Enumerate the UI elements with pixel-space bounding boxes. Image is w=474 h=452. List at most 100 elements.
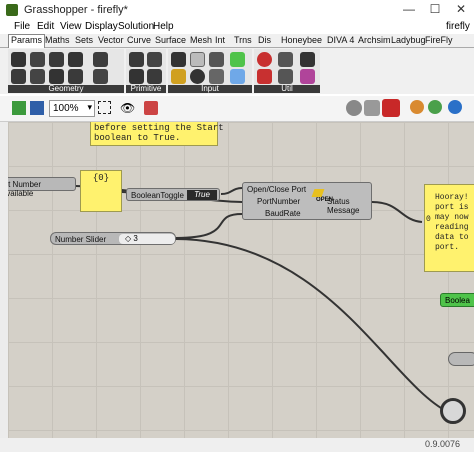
tab-int[interactable]: Int (213, 35, 227, 48)
menu-display[interactable]: Display (85, 21, 118, 32)
hooray-index: 0 (426, 215, 431, 224)
menu-edit[interactable]: Edit (37, 21, 54, 32)
param-vector-icon[interactable] (30, 52, 45, 67)
port-number-input[interactable]: PortNumber (257, 197, 300, 206)
util-wrench-icon[interactable] (300, 52, 315, 67)
open-close-port-input[interactable]: Open/Close Port (247, 185, 306, 194)
grasshopper-canvas[interactable]: before setting the Start boolean to True… (8, 122, 474, 438)
status-bar: 0.9.0076 (0, 438, 474, 452)
output-panel[interactable]: {0} (80, 170, 122, 212)
baud-rate-input[interactable]: BaudRate (265, 209, 301, 218)
status-message-output[interactable]: Status Message (327, 197, 371, 215)
primitive-group (126, 49, 166, 85)
param-curve-icon[interactable] (30, 69, 45, 84)
param-box-icon[interactable] (93, 52, 108, 67)
util-arrow-icon[interactable] (278, 52, 293, 67)
param-mesh-icon[interactable] (68, 69, 83, 84)
tab-params[interactable]: Params (8, 34, 46, 48)
zoom-value: 100% (53, 103, 79, 114)
param-text-icon[interactable] (129, 69, 144, 84)
param-number-icon[interactable] (147, 69, 162, 84)
param-integer-icon[interactable] (147, 52, 162, 67)
util-relay-icon[interactable] (278, 69, 293, 84)
preview-eye-icon[interactable]: 👁 (120, 101, 135, 115)
param-boolean-icon[interactable] (129, 52, 144, 67)
tab-archsim[interactable]: Archsim (356, 35, 393, 48)
geometry-group (8, 49, 124, 85)
menu-view[interactable]: View (60, 21, 82, 32)
minimize-button[interactable]: — (396, 2, 422, 18)
input-list-icon[interactable] (209, 52, 224, 67)
tab-dis[interactable]: Dis (256, 35, 273, 48)
instruction-note-panel[interactable]: before setting the Start boolean to True… (90, 122, 224, 146)
boolean-toggle-component[interactable]: BooleanToggle True (126, 188, 220, 201)
component-tabs: Params Maths Sets Vector Curve Surface M… (0, 34, 474, 48)
input-panel-icon[interactable] (209, 69, 224, 84)
preview-wireframe-icon[interactable] (364, 100, 380, 116)
param-surface-icon[interactable] (49, 69, 64, 84)
tab-sets[interactable]: Sets (73, 35, 95, 48)
input-slider-icon[interactable] (190, 52, 205, 67)
util-flask-icon[interactable] (300, 69, 315, 84)
tab-ladybug[interactable]: Ladybug (389, 35, 428, 48)
hooray-panel[interactable]: 0 Hooray! port is may now reading data t… (424, 184, 474, 272)
input-button-icon[interactable] (190, 69, 205, 84)
tab-honeybee[interactable]: Honeybee (279, 35, 324, 48)
menu-solution[interactable]: Solution (118, 21, 154, 32)
menu-help[interactable]: Help (153, 21, 174, 32)
output-circle-component[interactable] (440, 398, 466, 424)
number-slider-component[interactable]: Number Slider ◇ 3 (50, 232, 176, 245)
maximize-button[interactable]: ☐ (422, 2, 448, 18)
primitive-group-label[interactable]: Primitive (126, 85, 166, 93)
canvas-left-edge (0, 122, 8, 452)
param-circle-icon[interactable] (49, 52, 64, 67)
tab-surface[interactable]: Surface (153, 35, 188, 48)
util-cherry-icon[interactable] (257, 52, 272, 67)
input-swatch-icon[interactable] (230, 69, 245, 84)
save-file-icon[interactable] (30, 101, 44, 115)
menu-firefly[interactable]: firefly (446, 21, 470, 32)
hooray-text: Hooray! port is may now reading data to … (435, 193, 469, 252)
param-point-icon[interactable] (11, 52, 26, 67)
tab-diva4[interactable]: DIVA 4 (325, 35, 356, 48)
sketch-pen-icon[interactable] (144, 101, 158, 115)
output-panel-value: {0} (92, 173, 110, 183)
tab-curve[interactable]: Curve (125, 35, 153, 48)
input-group (168, 49, 252, 85)
preview-shaded-icon[interactable] (346, 100, 362, 116)
boolean-panel-partial[interactable]: Boolea (440, 293, 474, 307)
chevron-down-icon: ▾ (87, 102, 92, 112)
menu-file[interactable]: File (14, 21, 30, 32)
util-group-label[interactable]: Util (254, 85, 320, 93)
globe-icon[interactable] (448, 100, 462, 114)
input-boolean-toggle-icon[interactable] (230, 52, 245, 67)
firefly-open-icon (311, 189, 325, 197)
serial-open-close-component[interactable]: Open/Close Port PortNumber BaudRate OPEN… (242, 182, 372, 220)
open-file-icon[interactable] (12, 101, 26, 115)
tab-trns[interactable]: Trns (232, 35, 254, 48)
zoom-level-select[interactable]: 100% ▾ (49, 100, 95, 117)
tab-vector[interactable]: Vector (96, 35, 126, 48)
close-button[interactable]: ✕ (448, 2, 474, 18)
input-graph-icon[interactable] (171, 69, 186, 84)
boolean-toggle-value[interactable]: True (187, 190, 217, 200)
preview-selected-icon[interactable] (382, 99, 400, 117)
tab-maths[interactable]: Maths (43, 35, 72, 48)
input-group-label[interactable]: Input (168, 85, 252, 93)
render-icon[interactable] (428, 100, 442, 114)
tab-mesh[interactable]: Mesh (188, 35, 214, 48)
number-slider-value[interactable]: ◇ 3 (119, 234, 175, 244)
param-arc-icon[interactable] (68, 52, 83, 67)
param-brep-icon[interactable] (93, 69, 108, 84)
window-title: Grasshopper - firefly* (24, 4, 128, 16)
port-number-available-component[interactable]: ort Number Available (8, 177, 76, 198)
geometry-group-label[interactable]: Geometry (8, 85, 124, 93)
partial-component[interactable] (448, 352, 474, 366)
wire-slider-to-baud (175, 213, 243, 239)
tab-firefly[interactable]: FireFly (423, 35, 455, 48)
param-line-icon[interactable] (11, 69, 26, 84)
util-cherries-icon[interactable] (257, 69, 272, 84)
input-download-icon[interactable] (171, 52, 186, 67)
zoom-extents-icon[interactable] (98, 101, 111, 114)
material-icon[interactable] (410, 100, 424, 114)
